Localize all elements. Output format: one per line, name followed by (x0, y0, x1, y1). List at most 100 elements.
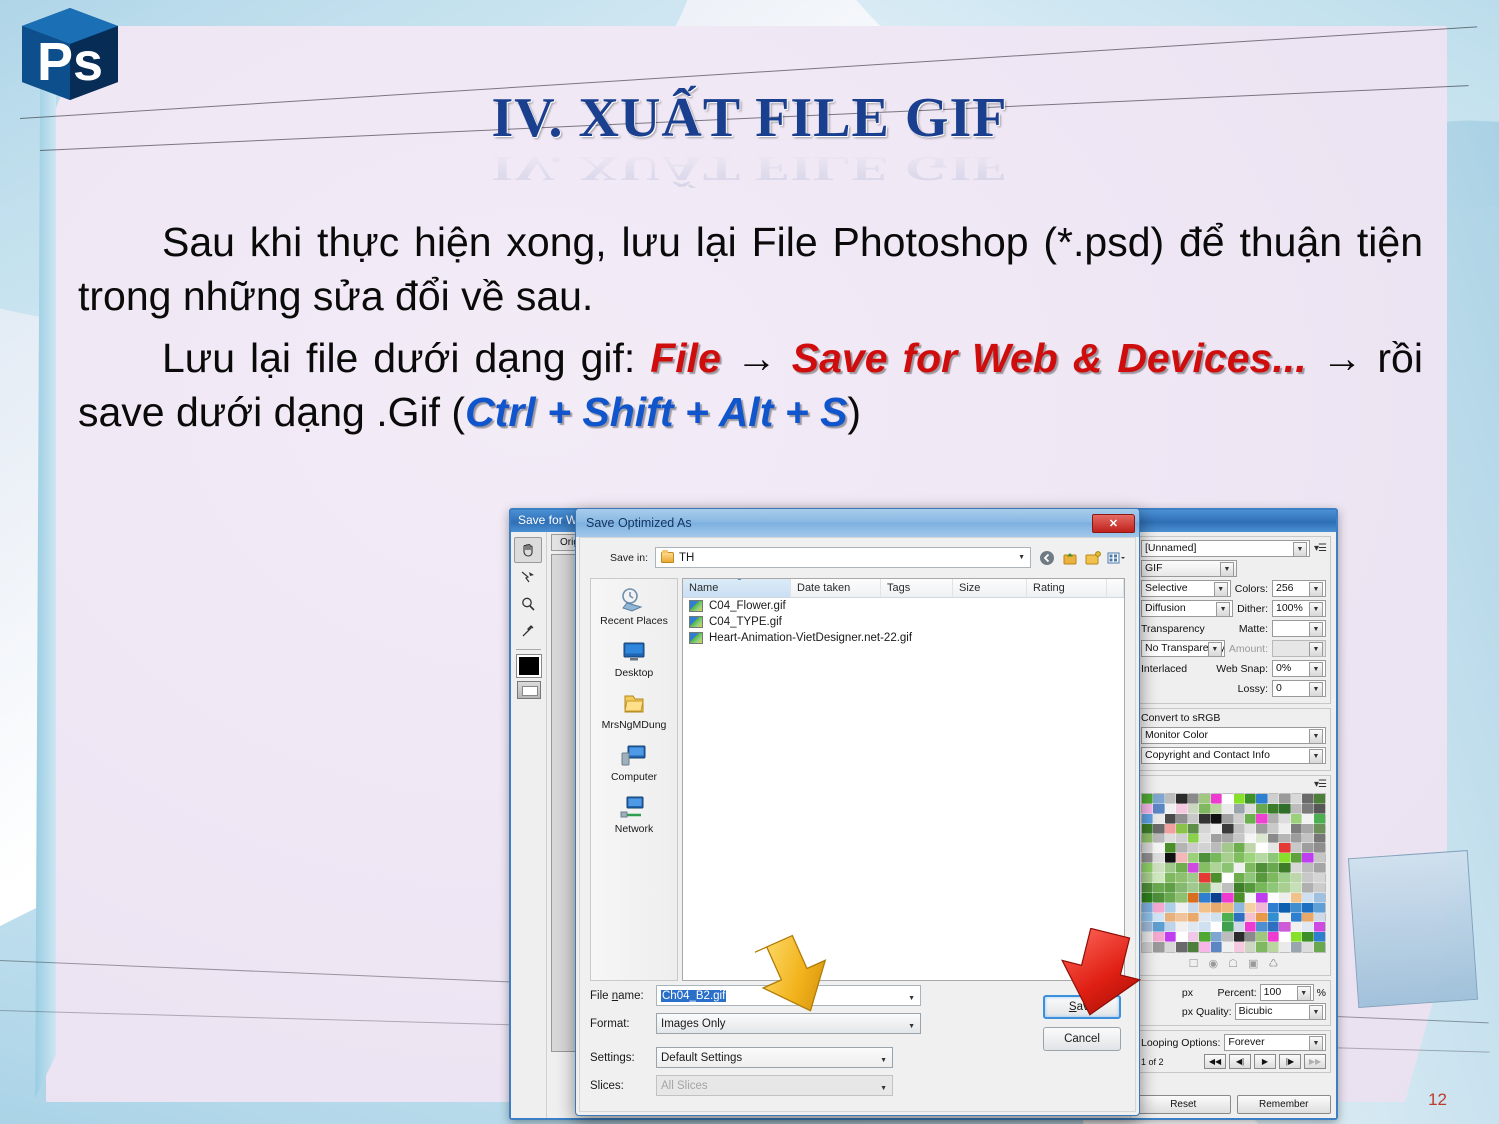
color-swatch[interactable] (1312, 872, 1327, 884)
color-swatch[interactable] (1221, 931, 1235, 944)
color-swatch[interactable] (1266, 852, 1281, 865)
color-swatch[interactable] (1163, 802, 1178, 815)
color-swatch[interactable] (1255, 881, 1269, 894)
color-swatch[interactable] (1266, 921, 1281, 934)
foreground-color-swatch[interactable] (515, 654, 542, 678)
color-swatch[interactable] (1198, 793, 1212, 805)
file-list[interactable]: Name Date taken Tags Size Rating C04_Flo… (682, 578, 1125, 981)
color-swatch[interactable] (1221, 901, 1235, 914)
color-swatch[interactable] (1232, 931, 1246, 944)
color-swatch[interactable] (1255, 941, 1269, 953)
color-swatch[interactable] (1266, 802, 1281, 815)
color-swatch[interactable] (1186, 901, 1201, 914)
color-swatch[interactable] (1186, 852, 1201, 865)
color-swatch[interactable] (1243, 891, 1258, 904)
color-swatch[interactable] (1140, 881, 1155, 894)
cancel-button[interactable]: Cancel (1043, 1027, 1121, 1051)
color-swatch[interactable] (1175, 872, 1189, 884)
color-table-action-icons[interactable]: ☐ ◉ ☖ ▣ ♺ (1141, 956, 1326, 972)
color-swatch[interactable] (1301, 793, 1315, 805)
animation-panel[interactable]: Looping Options: Forever 1 of 2 ◀◀ ◀| ▶ … (1136, 1030, 1331, 1073)
color-swatch[interactable] (1198, 941, 1212, 953)
color-swatch[interactable] (1140, 802, 1155, 815)
color-swatch[interactable] (1301, 931, 1315, 944)
color-swatch[interactable] (1278, 881, 1292, 894)
color-swatch[interactable] (1255, 901, 1269, 914)
interlaced-websnap-row[interactable]: Interlaced Web Snap: 0% (1141, 660, 1326, 677)
color-swatch[interactable] (1209, 832, 1224, 845)
color-swatch[interactable] (1186, 881, 1201, 894)
transparency-dither-amount-row[interactable]: No Transparency Dither Amount: (1141, 640, 1326, 657)
place-desktop[interactable]: Desktop (591, 639, 677, 679)
color-swatch[interactable] (1289, 852, 1304, 865)
color-swatch[interactable] (1289, 881, 1304, 894)
color-swatch[interactable] (1278, 872, 1292, 884)
color-swatch[interactable] (1289, 891, 1304, 904)
save-in-row[interactable]: Save in: TH (580, 538, 1135, 576)
color-swatch[interactable] (1175, 802, 1189, 815)
color-swatch[interactable] (1163, 842, 1178, 855)
color-swatch[interactable] (1289, 802, 1304, 815)
color-swatch[interactable] (1301, 891, 1315, 904)
color-swatch[interactable] (1175, 901, 1189, 914)
color-swatch[interactable] (1266, 862, 1281, 874)
color-swatch[interactable] (1209, 921, 1224, 934)
snap-to-web-icon[interactable]: ☐ (1189, 957, 1199, 970)
lossy-row[interactable]: Lossy: 0 (1141, 680, 1326, 697)
color-swatch[interactable] (1186, 812, 1201, 825)
color-swatch[interactable] (1266, 911, 1281, 924)
color-swatch[interactable] (1163, 931, 1178, 944)
color-swatch[interactable] (1221, 822, 1235, 835)
color-swatch[interactable] (1140, 872, 1155, 884)
remember-button[interactable]: Remember (1236, 1095, 1331, 1114)
color-swatch[interactable] (1186, 862, 1201, 874)
hand-tool-icon[interactable] (514, 537, 542, 563)
color-swatch[interactable] (1232, 842, 1246, 855)
color-swatch[interactable] (1255, 872, 1269, 884)
previous-frame-button[interactable]: ◀| (1229, 1054, 1251, 1069)
new-color-icon[interactable]: ▣ (1248, 957, 1258, 970)
color-swatch[interactable] (1255, 911, 1269, 924)
color-swatch[interactable] (1152, 802, 1166, 815)
color-swatch[interactable] (1266, 881, 1281, 894)
color-swatch[interactable] (1289, 832, 1304, 845)
color-swatch[interactable] (1209, 931, 1224, 944)
color-swatch[interactable] (1198, 911, 1212, 924)
file-row[interactable]: Heart-Animation-VietDesigner.net-22.gif (683, 630, 1124, 646)
percent-input[interactable]: 100 (1259, 984, 1314, 1001)
color-swatch[interactable] (1175, 941, 1189, 953)
color-swatch[interactable] (1278, 793, 1292, 805)
color-swatch[interactable] (1198, 832, 1212, 845)
color-swatch[interactable] (1140, 793, 1155, 805)
color-swatch[interactable] (1221, 911, 1235, 924)
color-swatch[interactable] (1209, 822, 1224, 835)
color-swatch[interactable] (1221, 891, 1235, 904)
color-swatch[interactable] (1255, 931, 1269, 944)
color-swatch[interactable] (1221, 832, 1235, 845)
color-swatch[interactable] (1186, 931, 1201, 944)
file-format-select[interactable]: GIF (1141, 560, 1237, 577)
color-swatch[interactable] (1278, 822, 1292, 835)
color-swatch[interactable] (1232, 921, 1246, 934)
color-swatch[interactable] (1186, 941, 1201, 953)
color-management-panel[interactable]: Convert to sRGB Monitor Color Copyright … (1136, 708, 1331, 771)
color-swatch[interactable] (1312, 931, 1327, 944)
color-swatch[interactable] (1175, 931, 1189, 944)
file-row[interactable]: C04_TYPE.gif (683, 614, 1124, 630)
color-swatch[interactable] (1278, 812, 1292, 825)
looping-row[interactable]: Looping Options: Forever (1141, 1034, 1326, 1051)
color-swatch[interactable] (1243, 941, 1258, 953)
column-date-taken[interactable]: Date taken (791, 579, 881, 597)
color-swatch[interactable] (1152, 891, 1166, 904)
color-swatch[interactable] (1301, 812, 1315, 825)
width-row[interactable]: px Percent: 100 % (1141, 984, 1326, 1001)
color-swatch[interactable] (1255, 921, 1269, 934)
color-swatch[interactable] (1232, 872, 1246, 884)
slices-row[interactable]: Slices: All Slices (590, 1075, 1125, 1097)
column-rating[interactable]: Rating (1027, 579, 1107, 597)
file-list-columns[interactable]: Name Date taken Tags Size Rating (683, 579, 1124, 598)
views-icon[interactable] (1107, 549, 1125, 567)
place-user-folder[interactable]: MrsNgMDung (591, 691, 677, 731)
color-swatch[interactable] (1266, 901, 1281, 914)
color-swatch[interactable] (1209, 941, 1224, 953)
